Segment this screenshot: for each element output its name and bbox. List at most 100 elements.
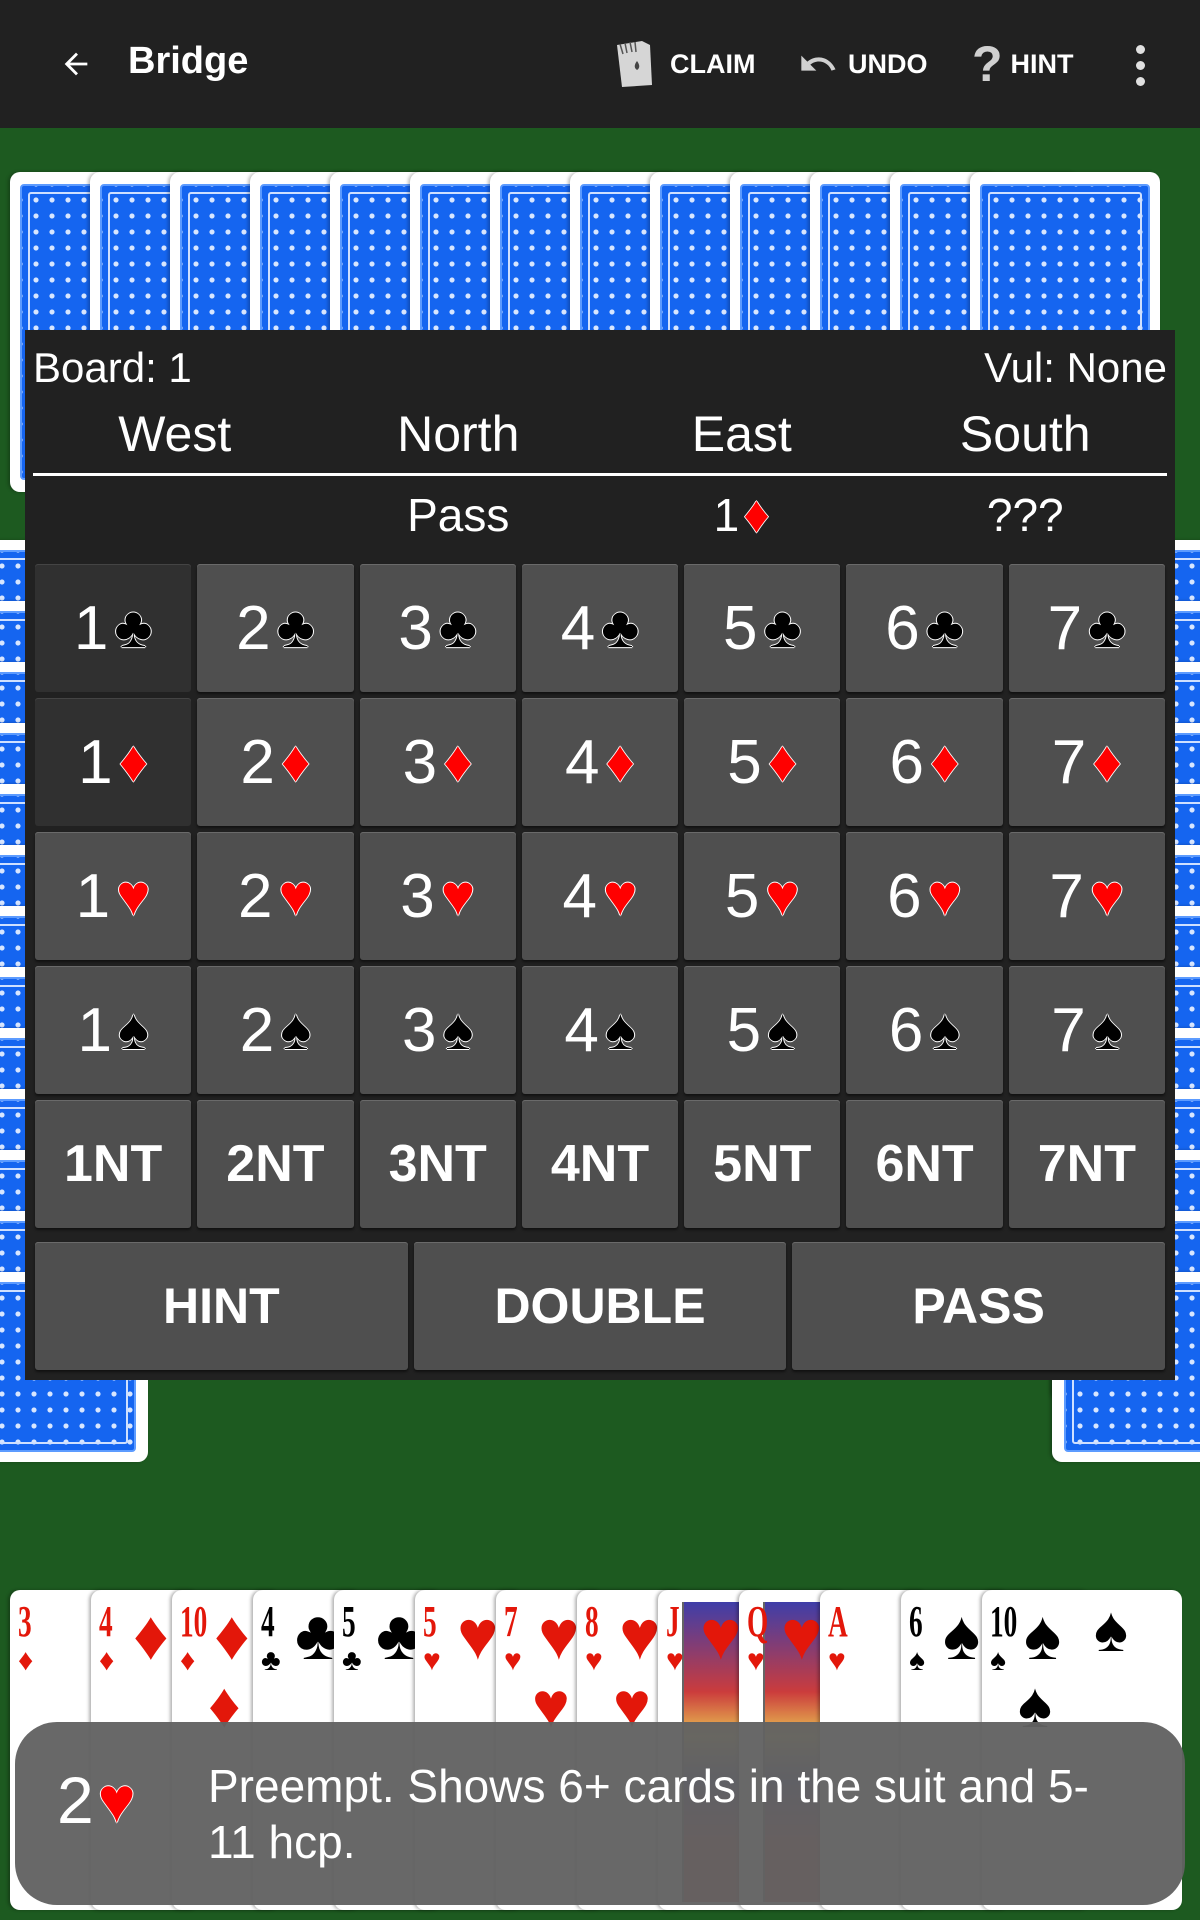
bid-level: 3 [402, 995, 437, 1065]
undo-button[interactable]: UNDO [796, 36, 928, 92]
cards-fan-icon [612, 39, 662, 89]
card-pip-icon: ♠ [1024, 1596, 1062, 1674]
card-rank: 7 [504, 1597, 518, 1646]
card-pip-icon: ♥ [538, 1596, 580, 1674]
bid-level: 5 [723, 593, 758, 663]
bid-2nt[interactable]: 2NT [197, 1100, 354, 1228]
bid-6-clubs[interactable]: 6 ♣ [846, 564, 1003, 692]
bid-7-hearts[interactable]: 7 ♥ [1008, 832, 1165, 960]
back-button[interactable] [48, 36, 104, 92]
card-rank: 8 [585, 1597, 599, 1646]
diamond-icon: ♦ [767, 729, 798, 794]
bid-5nt[interactable]: 5NT [684, 1100, 841, 1228]
hint-toast: 2 ♥ Preempt. Shows 6+ cards in the suit … [15, 1722, 1185, 1905]
card-rank: 5 [423, 1597, 437, 1646]
pass-button[interactable]: PASS [792, 1242, 1165, 1370]
bid-4-diamonds[interactable]: 4 ♦ [521, 698, 679, 826]
bid-2-clubs[interactable]: 2 ♣ [197, 564, 354, 692]
bid-level: 5 [727, 727, 762, 797]
bid-4nt[interactable]: 4NT [521, 1100, 679, 1228]
spade-icon: ♠ [280, 997, 312, 1062]
bid-6-spades[interactable]: 6 ♠ [846, 966, 1003, 1094]
bid-7-spades[interactable]: 7 ♠ [1008, 966, 1165, 1094]
bid-3-diamonds[interactable]: 3 ♦ [359, 698, 516, 826]
app-title: Bridge [128, 40, 249, 82]
bid-level: 6 [887, 861, 922, 931]
heart-icon: ♥ [927, 863, 963, 928]
bid-level: 4 [562, 861, 598, 931]
card-rank: 5 [342, 1597, 356, 1646]
bid-7nt[interactable]: 7NT [1008, 1100, 1165, 1228]
card-suit-icon: ♦ [180, 1644, 196, 1677]
bid-1-clubs: 1 ♣ [35, 564, 192, 692]
auction-south: ??? [986, 489, 1064, 541]
vulnerability: Vul: None [984, 344, 1167, 391]
club-icon: ♣ [276, 595, 315, 660]
bid-level: 1 [75, 861, 111, 931]
claim-button[interactable]: CLAIM [612, 36, 755, 92]
card-suit-icon: ♥ [828, 1644, 846, 1677]
card-pip-icon: ♥ [457, 1596, 499, 1674]
bid-1-spades[interactable]: 1 ♠ [35, 966, 192, 1094]
card-rank: 6 [909, 1597, 923, 1646]
bid-2-hearts[interactable]: 2 ♥ [197, 832, 354, 960]
card-rank: 3 [18, 1597, 32, 1646]
bid-level: 1 [77, 995, 112, 1065]
heart-icon: ♥ [1089, 863, 1125, 928]
bid-level: 5 [724, 861, 760, 931]
bid-level: 7 [1049, 861, 1084, 931]
bid-4-spades[interactable]: 4 ♠ [521, 966, 679, 1094]
more-vertical-icon[interactable] [1120, 40, 1160, 90]
bid-3nt[interactable]: 3NT [359, 1100, 516, 1228]
card-pip-icon: ♦ [133, 1596, 169, 1674]
card-pip-icon: ♠ [1094, 1593, 1128, 1665]
bid-2-spades[interactable]: 2 ♠ [197, 966, 354, 1094]
card-pip-icon: ♠ [943, 1596, 981, 1674]
bid-5-diamonds[interactable]: 5 ♦ [684, 698, 841, 826]
diamond-icon: ♦ [605, 729, 636, 794]
club-icon: ♣ [925, 595, 964, 660]
bid-grid: 1 ♣ 2 ♣ 3 ♣ 4 ♣ 5 ♣ 6 ♣ 7 ♣ 1 ♦ 2 ♦ 3 ♦ 4 ♦ 5 ♦ 6 ♦ 7 ♦ 1 ♥ 2 ♥ 3 ♥ 4 ♥ 5 ♥ 6 ♥… [35, 564, 1165, 1228]
bid-1nt[interactable]: 1NT [35, 1100, 192, 1228]
auction-north: Pass [407, 489, 510, 541]
card-pip-icon: ♥ [619, 1596, 661, 1674]
undo-arrow-icon [796, 44, 840, 84]
bid-level: 3 [398, 593, 433, 663]
bid-level: 6 [885, 593, 920, 663]
heart-icon: ♥ [440, 863, 476, 928]
spade-icon: ♠ [117, 997, 149, 1062]
double-button[interactable]: DOUBLE [413, 1242, 787, 1370]
bid-level: 2 [237, 861, 273, 931]
heart-icon: ♥ [278, 863, 313, 928]
hint-button[interactable]: HINT [35, 1242, 408, 1370]
bid-5-clubs[interactable]: 5 ♣ [684, 564, 841, 692]
bid-1-hearts[interactable]: 1 ♥ [35, 832, 192, 960]
bid-4-clubs[interactable]: 4 ♣ [521, 564, 679, 692]
bid-6-diamonds[interactable]: 6 ♦ [846, 698, 1003, 826]
bid-level: 6 [889, 727, 924, 797]
spade-icon: ♠ [929, 997, 961, 1062]
bid-7-diamonds[interactable]: 7 ♦ [1008, 698, 1165, 826]
spade-icon: ♠ [1091, 997, 1123, 1062]
bid-3-spades[interactable]: 3 ♠ [359, 966, 516, 1094]
bid-level: 3 [402, 727, 438, 797]
card-rank: 10 [180, 1597, 208, 1646]
club-icon: ♣ [114, 595, 153, 660]
bid-5-spades[interactable]: 5 ♠ [684, 966, 841, 1094]
bid-5-hearts[interactable]: 5 ♥ [684, 832, 841, 960]
bid-3-hearts[interactable]: 3 ♥ [359, 832, 516, 960]
bid-2-diamonds[interactable]: 2 ♦ [197, 698, 354, 826]
bid-4-hearts[interactable]: 4 ♥ [521, 832, 679, 960]
seat-header: West North East South [33, 405, 1167, 476]
card-rank: J [666, 1597, 680, 1646]
bid-6nt[interactable]: 6NT [846, 1100, 1003, 1228]
bid-6-hearts[interactable]: 6 ♥ [846, 832, 1003, 960]
club-icon: ♣ [438, 595, 477, 660]
claim-label: CLAIM [670, 48, 756, 79]
card-pip-icon: ♥ [781, 1596, 823, 1674]
hint-toolbar-button[interactable]: ? HINT [972, 36, 1074, 92]
card-suit-icon: ♥ [666, 1644, 684, 1677]
bid-7-clubs[interactable]: 7 ♣ [1008, 564, 1165, 692]
bid-3-clubs[interactable]: 3 ♣ [359, 564, 516, 692]
bid-level: 2 [239, 995, 275, 1065]
